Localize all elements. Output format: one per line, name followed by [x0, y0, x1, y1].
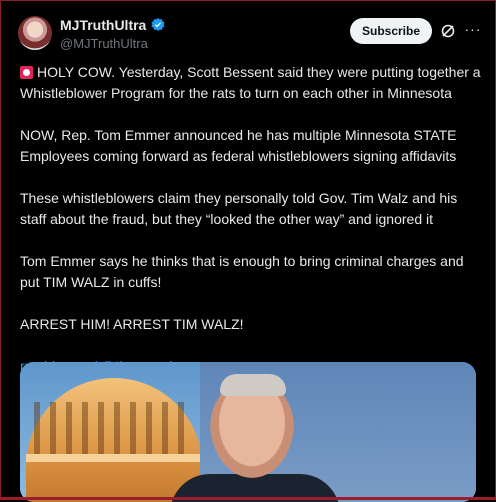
- post-paragraph: NOW, Rep. Tom Emmer announced he has mul…: [20, 127, 457, 164]
- capitol-dome-band: [26, 454, 202, 462]
- avatar[interactable]: [18, 16, 52, 50]
- post-text: HOLY COW. Yesterday, Scott Bessent said …: [20, 62, 482, 398]
- person-hair: [220, 374, 286, 396]
- post-paragraph: HOLY COW. Yesterday, Scott Bessent said …: [20, 62, 482, 104]
- more-options-icon[interactable]: ···: [462, 20, 484, 38]
- verified-badge-icon: [150, 17, 166, 33]
- author-display-name-row[interactable]: MJTruthUltra: [60, 16, 166, 34]
- post-paragraph: These whistleblowers claim they personal…: [20, 190, 458, 227]
- author-info: MJTruthUltra @MJTruthUltra: [60, 16, 166, 53]
- post-paragraph-text: HOLY COW. Yesterday, Scott Bessent said …: [20, 64, 481, 101]
- author-handle[interactable]: @MJTruthUltra: [60, 35, 166, 53]
- post-paragraph: Tom Emmer says he thinks that is enough …: [20, 253, 464, 290]
- capitol-dome-columns: [34, 402, 194, 462]
- siren-emoji-icon: [20, 66, 33, 79]
- grok-icon[interactable]: [440, 23, 456, 39]
- post-paragraph: ARREST HIM! ARREST TIM WALZ!: [20, 316, 244, 332]
- author-display-name[interactable]: MJTruthUltra: [60, 16, 146, 34]
- post-media-thumbnail[interactable]: [20, 362, 476, 502]
- subscribe-button[interactable]: Subscribe: [350, 18, 432, 44]
- post-header: MJTruthUltra @MJTruthUltra Subscribe ···: [18, 16, 482, 54]
